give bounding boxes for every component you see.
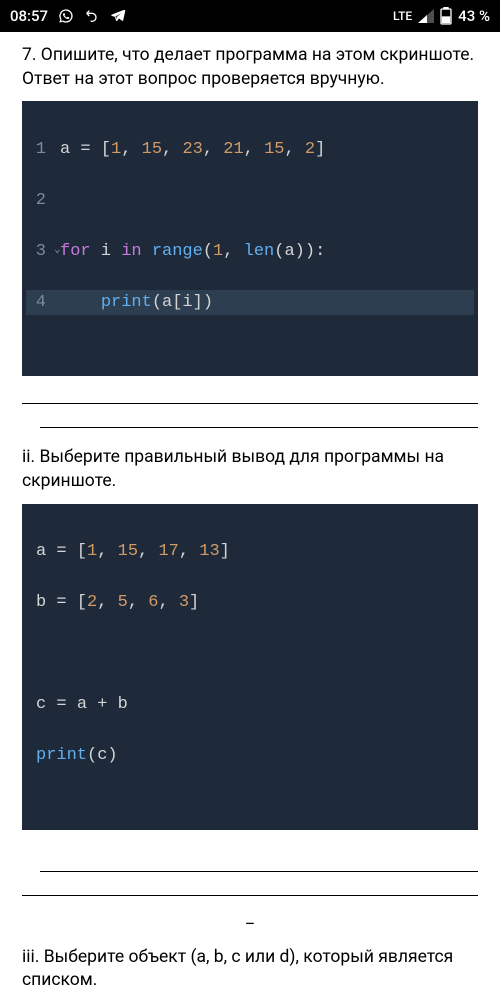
content: 7. Опишите, что делает программа на этом… <box>0 32 500 999</box>
question-iii: iii. Выберите объект (a, b, c или d), ко… <box>22 946 478 999</box>
status-right: LTE 43 % <box>393 7 490 25</box>
fold-icon: ⌄ <box>54 242 64 268</box>
question-ii: ii. Выберите правильный вывод для програ… <box>22 446 478 927</box>
q7-code: 1a = [1, 15, 23, 21, 15, 2] 2 3⌄for i in… <box>22 101 478 376</box>
qii-text: ii. Выберите правильный вывод для програ… <box>22 446 478 493</box>
q7-number: 7. <box>22 45 36 65</box>
line-number: 1 <box>26 137 60 163</box>
lte-label: LTE <box>393 9 412 23</box>
qii-code: a = [1, 15, 17, 13] b = [2, 5, 6, 3] c =… <box>22 504 478 830</box>
qii-body: Выберите правильный вывод для программы … <box>22 447 444 491</box>
dev-icon <box>84 8 100 24</box>
status-time: 08:57 <box>10 7 48 25</box>
answer-line[interactable] <box>40 408 478 428</box>
qiii-text: iii. Выберите объект (a, b, c или d), ко… <box>22 946 478 993</box>
q7-answer-lines[interactable] <box>40 384 478 428</box>
qii-number: ii. <box>22 447 35 467</box>
qii-answer-lines[interactable] <box>22 852 478 896</box>
status-left: 08:57 <box>10 7 126 25</box>
answer-line[interactable] <box>22 876 478 896</box>
line-number: 4 <box>26 290 60 316</box>
telegram-icon <box>110 8 126 24</box>
whatsapp-icon <box>58 8 74 24</box>
q7-body: Опишите, что делает программа на этом ск… <box>22 45 474 89</box>
signal-icon <box>418 9 434 23</box>
answer-line[interactable] <box>40 852 478 872</box>
qiii-number: iii. <box>22 947 39 967</box>
question-7: 7. Опишите, что делает программа на этом… <box>22 44 478 428</box>
answer-line[interactable] <box>22 384 478 404</box>
qiii-body: Выберите объект (a, b, c или d), который… <box>22 947 453 991</box>
line-number: 2 <box>26 188 60 214</box>
q7-text: 7. Опишите, что делает программа на этом… <box>22 44 478 91</box>
qii-dash: _ <box>22 908 478 928</box>
battery-pct: 43 % <box>458 7 490 25</box>
status-bar: 08:57 LTE 43 % <box>0 0 500 32</box>
battery-icon <box>440 7 452 25</box>
